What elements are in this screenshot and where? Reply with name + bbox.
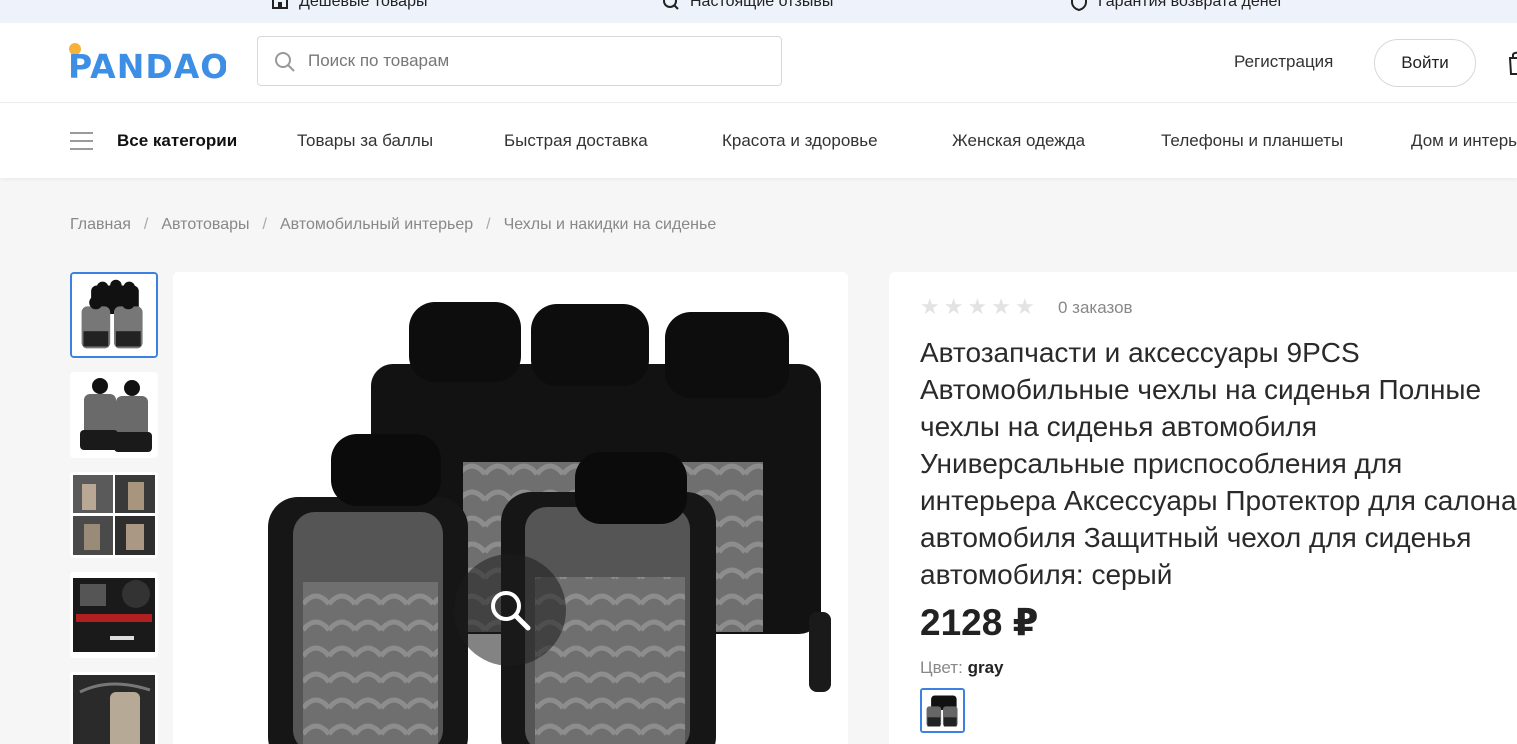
rating-stars: ★ ★ ★ ★ ★ — [920, 296, 1035, 318]
orders-count[interactable]: 0 заказов — [1058, 298, 1133, 318]
breadcrumb-item[interactable]: Главная — [70, 216, 131, 234]
nav-beauty-health[interactable]: Красота и здоровье — [722, 131, 878, 151]
shield-icon — [1071, 0, 1087, 11]
product-main-image[interactable] — [173, 272, 848, 744]
product-thumbnail[interactable] — [70, 572, 158, 658]
car-seat-image — [70, 672, 158, 744]
promo-item-reviews: Настоящие отзывы — [662, 0, 833, 11]
breadcrumb-item[interactable]: Чехлы и накидки на сиденье — [504, 216, 717, 234]
promo-strip: Дешевые товары Настоящие отзывы Гарантия… — [0, 0, 1517, 23]
seat-covers-image — [922, 690, 963, 731]
breadcrumb-separator: / — [143, 216, 149, 233]
star-icon: ★ — [1014, 294, 1035, 319]
product-thumbnail[interactable] — [70, 372, 158, 458]
star-icon: ★ — [991, 294, 1011, 319]
shop-icon — [272, 0, 288, 9]
promo-label: Гарантия возврата денег — [1098, 0, 1284, 10]
star-icon: ★ — [967, 294, 988, 319]
seat-cover-detail-image — [70, 572, 158, 658]
star-icon: ★ — [920, 294, 940, 319]
seat-covers-image — [72, 274, 156, 356]
nav-points-goods[interactable]: Товары за баллы — [297, 131, 433, 151]
nav-home-interior[interactable]: Дом и интерь — [1411, 131, 1517, 151]
star-icon: ★ — [943, 294, 964, 319]
menu-icon[interactable] — [70, 132, 93, 150]
breadcrumb-separator: / — [262, 216, 267, 233]
pandao-logo[interactable]: PANDAO — [66, 36, 226, 84]
color-value: gray — [967, 658, 1004, 677]
svg-text:PANDAO: PANDAO — [68, 47, 226, 84]
color-label: Цвет: — [920, 658, 963, 677]
seat-covers-image — [70, 372, 158, 458]
cart-icon[interactable] — [1508, 50, 1517, 76]
product-thumbnail[interactable] — [70, 272, 158, 358]
product-thumbnail[interactable] — [70, 472, 158, 558]
search-box[interactable] — [257, 36, 782, 86]
product-thumbnail[interactable] — [70, 672, 158, 744]
register-link[interactable]: Регистрация — [1234, 52, 1333, 72]
search-input[interactable] — [308, 37, 768, 85]
product-title: Автозапчасти и аксессуары 9PCS Автомобил… — [920, 337, 1517, 590]
promo-item-guarantee: Гарантия возврата денег — [1070, 0, 1283, 11]
breadcrumb-separator: / — [486, 216, 491, 233]
breadcrumb-item[interactable]: Автомобильный интерьер — [280, 216, 473, 234]
promo-item-cheap: Дешевые товары — [271, 0, 427, 11]
nav-phones-tablets[interactable]: Телефоны и планшеты — [1161, 131, 1343, 151]
breadcrumb: Главная / Автотовары / Автомобильный инт… — [70, 216, 716, 234]
nav-women-clothing[interactable]: Женская одежда — [952, 131, 1085, 151]
category-nav: Все категории Товары за баллы Быстрая до… — [0, 103, 1517, 178]
color-swatch-gray[interactable] — [920, 688, 965, 733]
nav-all-categories[interactable]: Все категории — [117, 131, 237, 151]
site-header: PANDAO Регистрация Войти — [0, 23, 1517, 103]
zoom-button[interactable] — [454, 554, 566, 666]
product-price: 2128 ₽ — [920, 602, 1039, 643]
car-interior-image — [70, 472, 158, 558]
search-icon — [275, 52, 295, 72]
promo-label: Дешевые товары — [299, 0, 428, 10]
seat-covers-image — [173, 272, 848, 744]
nav-fast-delivery[interactable]: Быстрая доставка — [504, 131, 648, 151]
color-line: Цвет: gray — [920, 658, 1003, 678]
zoom-icon — [491, 591, 531, 631]
promo-label: Настоящие отзывы — [690, 0, 834, 10]
breadcrumb-item[interactable]: Автотовары — [161, 216, 249, 234]
review-icon — [663, 0, 679, 10]
login-button[interactable]: Войти — [1374, 39, 1476, 87]
product-info-panel: ★ ★ ★ ★ ★ 0 заказов Автозапчасти и аксес… — [889, 272, 1517, 744]
